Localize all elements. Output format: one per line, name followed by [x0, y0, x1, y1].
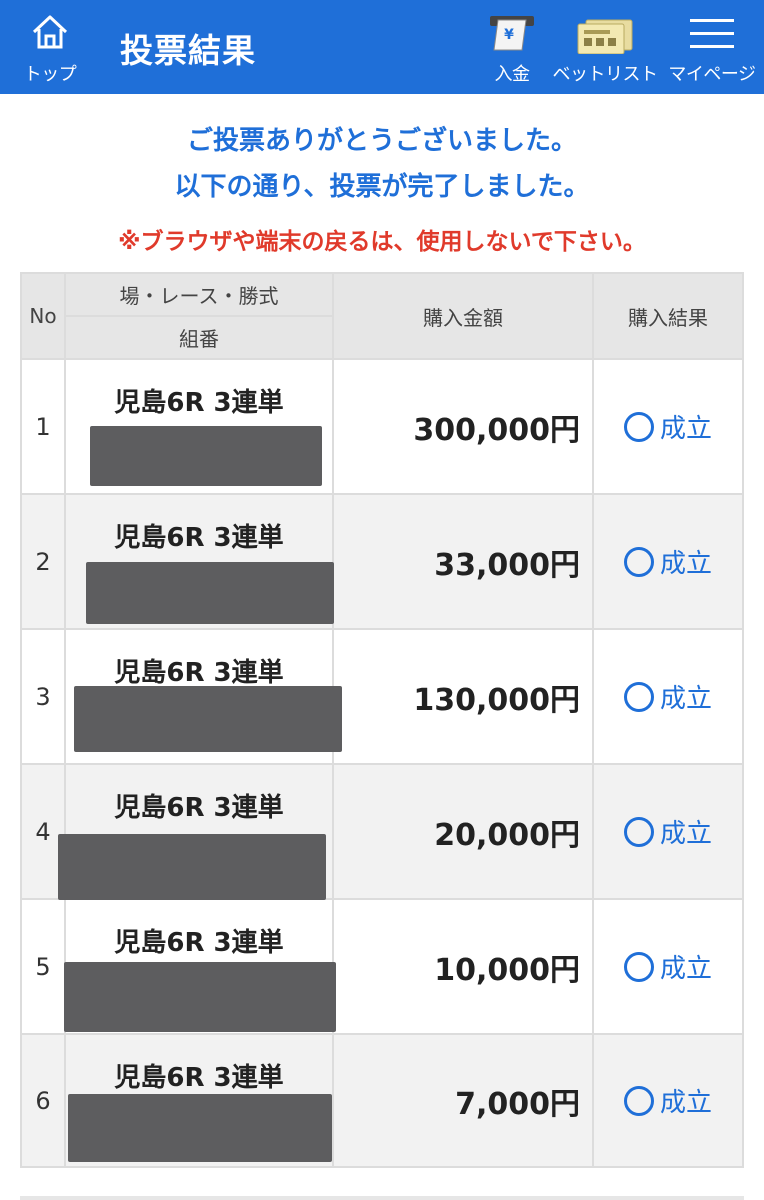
redacted-combination — [68, 1094, 332, 1162]
deposit-button[interactable]: ¥ 入金 — [474, 0, 550, 94]
row-result: 成立 — [594, 900, 742, 1033]
row-no: 2 — [22, 495, 64, 628]
row-amount: 7,000円 — [334, 1035, 592, 1166]
result-label: 成立 — [659, 1088, 712, 1118]
bottom-edge — [20, 1196, 744, 1200]
bet-result-table: No 場・レース・勝式 組番 購入金額 購入結果 1 児島6R 3連単 300,… — [20, 272, 744, 1168]
header-race: 場・レース・勝式 — [66, 274, 332, 315]
row-result: 成立 — [594, 765, 742, 898]
race-label: 児島6R 3連単 — [114, 658, 284, 688]
race-label: 児島6R 3連単 — [114, 523, 284, 553]
complete-message: 以下の通り、投票が完了しました。 — [174, 172, 590, 202]
home-icon — [32, 15, 68, 49]
betlist-button[interactable]: ベットリスト — [552, 0, 658, 94]
circle-icon — [623, 1085, 654, 1116]
mypage-button[interactable]: マイページ — [664, 0, 760, 94]
race-label: 児島6R 3連単 — [114, 1063, 284, 1093]
redacted-combination — [90, 426, 322, 486]
race-label: 児島6R 3連単 — [114, 388, 284, 418]
home-label: トップ — [23, 64, 77, 85]
app-header: トップ 投票結果 ¥ 入金 ベットリスト マイページ — [0, 0, 764, 94]
circle-icon — [623, 546, 654, 577]
row-no: 1 — [22, 360, 64, 493]
row-amount: 10,000円 — [334, 900, 592, 1033]
home-button[interactable]: トップ — [14, 0, 86, 94]
deposit-label: 入金 — [494, 64, 531, 85]
betlist-label: ベットリスト — [552, 64, 659, 85]
race-label: 児島6R 3連単 — [114, 928, 284, 958]
row-no: 3 — [22, 630, 64, 763]
redacted-combination — [58, 834, 326, 900]
circle-icon — [623, 951, 654, 982]
hamburger-menu-icon — [690, 19, 734, 48]
circle-icon — [623, 816, 654, 847]
header-combination: 組番 — [66, 317, 332, 358]
circle-icon — [623, 411, 654, 442]
ticket-list-icon — [577, 19, 633, 54]
result-label: 成立 — [659, 549, 712, 579]
row-result: 成立 — [594, 360, 742, 493]
thanks-message: ご投票ありがとうございました。 — [186, 126, 577, 156]
row-no: 6 — [22, 1035, 64, 1166]
header-result: 購入結果 — [594, 274, 742, 358]
result-label: 成立 — [659, 954, 712, 984]
yen-ticket-icon: ¥ — [490, 16, 534, 51]
page-title: 投票結果 — [120, 31, 256, 70]
row-result: 成立 — [594, 630, 742, 763]
result-label: 成立 — [659, 819, 712, 849]
row-amount: 33,000円 — [334, 495, 592, 628]
redacted-combination — [64, 962, 336, 1032]
circle-icon — [623, 681, 654, 712]
result-label: 成立 — [659, 414, 712, 444]
header-no: No — [22, 274, 64, 358]
redacted-combination — [74, 686, 342, 752]
row-amount: 300,000円 — [334, 360, 592, 493]
warning-message: ※ブラウザや端末の戻るは、使用しないで下さい。 — [118, 229, 646, 255]
header-amount: 購入金額 — [334, 274, 592, 358]
mypage-label: マイページ — [668, 64, 756, 85]
row-no: 5 — [22, 900, 64, 1033]
row-amount: 130,000円 — [334, 630, 592, 763]
row-result: 成立 — [594, 1035, 742, 1166]
race-label: 児島6R 3連単 — [114, 793, 284, 823]
redacted-combination — [86, 562, 334, 624]
svg-text:¥: ¥ — [504, 27, 514, 43]
result-label: 成立 — [659, 684, 712, 714]
row-amount: 20,000円 — [334, 765, 592, 898]
row-result: 成立 — [594, 495, 742, 628]
